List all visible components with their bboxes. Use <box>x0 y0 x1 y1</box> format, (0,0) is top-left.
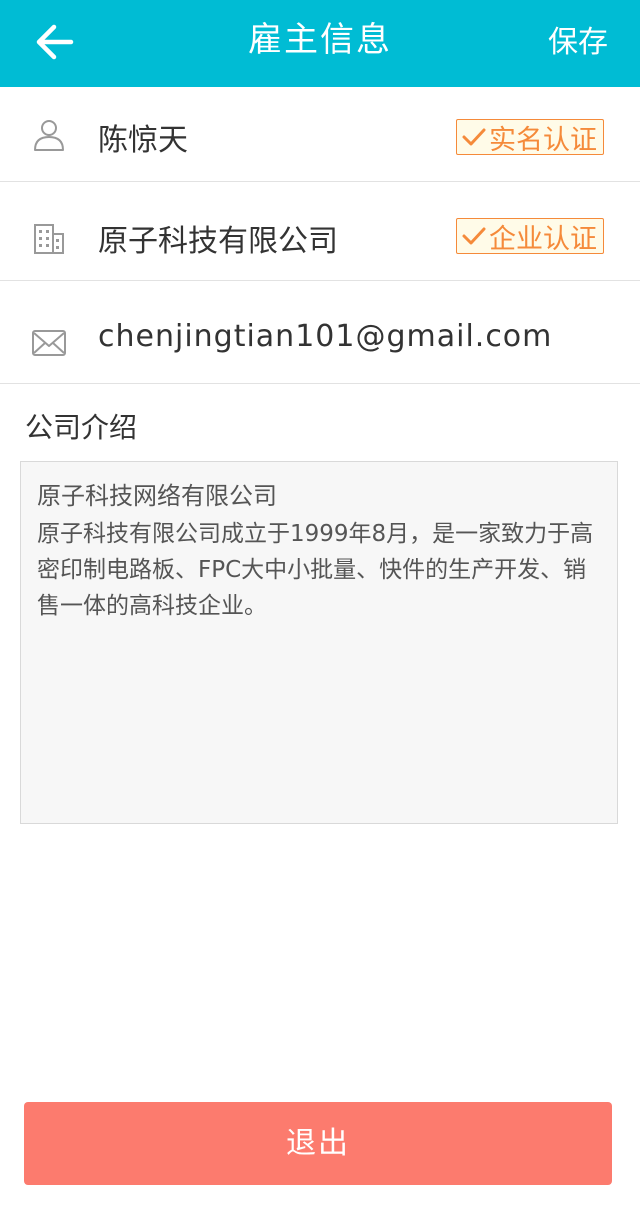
company-intro-body: 原子科技有限公司成立于1999年8月，是一家致力于高密印制电路板、FPC大中小批… <box>37 521 594 619</box>
check-icon <box>462 227 486 245</box>
page-title: 雇主信息 <box>248 20 392 60</box>
company-name: 原子科技有限公司 <box>98 224 338 259</box>
back-button[interactable] <box>28 18 80 66</box>
realname-verified-badge: 实名认证 <box>456 119 604 156</box>
check-icon <box>462 128 486 146</box>
company-intro-title: 原子科技网络有限公司 <box>37 482 277 510</box>
employer-name: 陈惊天 <box>98 123 188 158</box>
save-button[interactable]: 保存 <box>548 0 608 87</box>
logout-button[interactable]: 退出 <box>24 1102 612 1185</box>
enterprise-badge-label: 企业认证 <box>489 223 597 255</box>
building-icon <box>34 224 64 254</box>
email-address: chenjingtian101@gmail.com <box>98 319 553 354</box>
person-icon <box>34 120 64 151</box>
name-row: 陈惊天 实名认证 <box>0 87 640 182</box>
email-row: chenjingtian101@gmail.com <box>0 281 640 384</box>
company-intro-label: 公司介绍 <box>25 411 138 444</box>
realname-badge-label: 实名认证 <box>489 124 597 156</box>
arrow-left-icon <box>36 24 74 60</box>
company-row: 原子科技有限公司 企业认证 <box>0 182 640 281</box>
company-intro-textarea[interactable]: 原子科技网络有限公司 原子科技有限公司成立于1999年8月，是一家致力于高密印制… <box>20 461 618 824</box>
top-bar: 雇主信息 保存 <box>0 0 640 87</box>
mail-icon <box>32 330 66 356</box>
enterprise-verified-badge: 企业认证 <box>456 218 604 255</box>
